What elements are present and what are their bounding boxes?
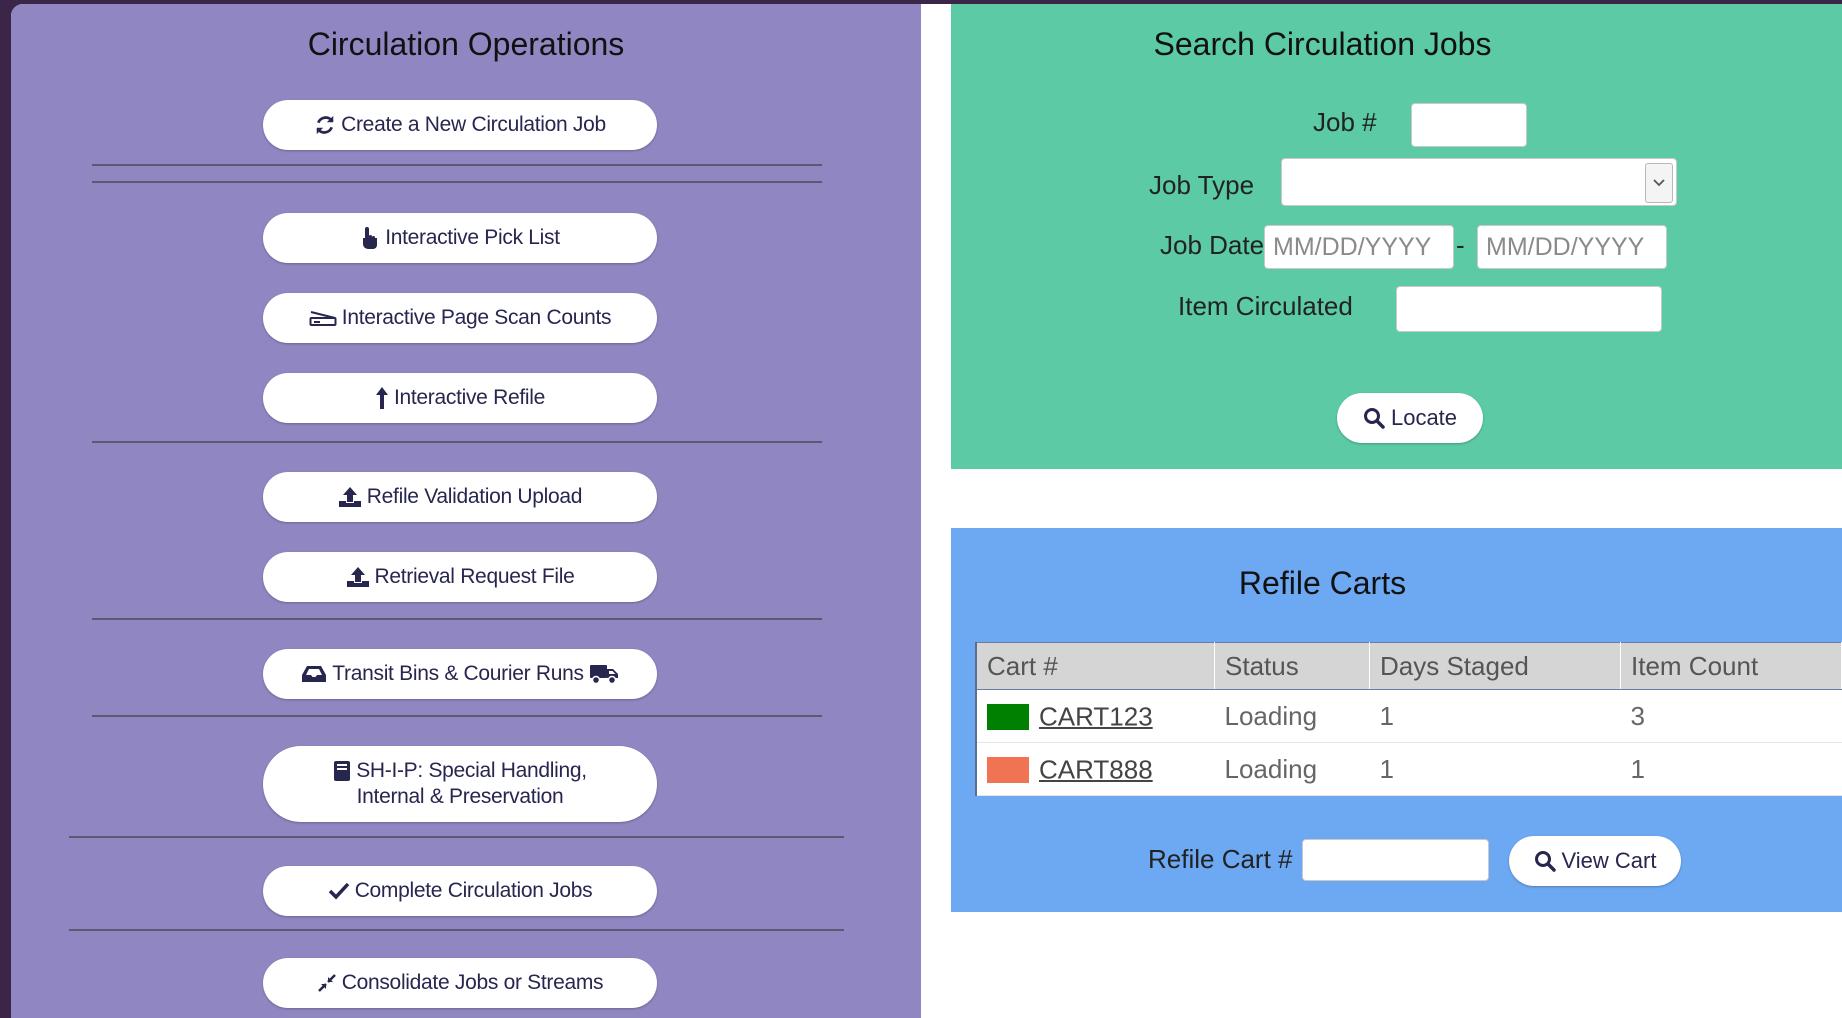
divider <box>92 164 822 166</box>
create-circulation-job-button[interactable]: Create a New Circulation Job <box>263 100 657 150</box>
column-header-cart[interactable]: Cart # <box>975 642 1215 690</box>
refresh-icon <box>314 114 336 136</box>
column-header-days-staged[interactable]: Days Staged <box>1369 642 1621 690</box>
view-cart-button-label: View Cart <box>1561 848 1657 873</box>
button-label-line2: Internal & Preservation <box>356 785 564 808</box>
table-header-row: Cart # Status Days Staged Item Count <box>975 642 1842 690</box>
button-label: Interactive Refile <box>393 386 545 409</box>
button-label: Interactive Pick List <box>385 226 560 249</box>
circulation-operations-panel: Circulation Operations Create a New Circ… <box>11 4 921 1018</box>
interactive-pick-list-button[interactable]: Interactive Pick List <box>263 213 657 263</box>
consolidate-jobs-button[interactable]: Consolidate Jobs or Streams <box>263 958 657 1008</box>
book-icon <box>333 760 351 782</box>
inbox-icon <box>301 664 327 684</box>
panel-title: Circulation Operations <box>307 26 625 62</box>
job-number-input[interactable] <box>1411 103 1527 147</box>
truck-icon <box>589 663 619 685</box>
transit-bins-courier-runs-button[interactable]: Transit Bins & Courier Runs <box>263 649 657 699</box>
date-from-input[interactable] <box>1264 225 1454 269</box>
job-type-select[interactable] <box>1281 158 1677 206</box>
status-cell: Loading <box>1214 689 1370 743</box>
button-label: Consolidate Jobs or Streams <box>341 971 604 994</box>
search-icon <box>1363 407 1385 429</box>
locate-button-label: Locate <box>1390 405 1458 430</box>
item-count-cell: 3 <box>1620 689 1842 743</box>
button-label: Transit Bins & Courier Runs <box>332 662 584 685</box>
table-row: CART123 Loading 1 3 <box>975 689 1842 743</box>
arrow-up-icon <box>375 386 389 410</box>
button-label: Complete Circulation Jobs <box>354 879 593 902</box>
divider <box>92 715 822 717</box>
button-label: Interactive Page Scan Counts <box>341 306 612 329</box>
button-label: Create a New Circulation Job <box>341 113 606 136</box>
status-cell: Loading <box>1214 742 1370 796</box>
date-to-input[interactable] <box>1477 225 1667 269</box>
divider <box>92 618 822 620</box>
divider <box>69 929 844 931</box>
panel-title: Refile Carts <box>1238 565 1407 601</box>
scanner-icon <box>309 309 337 327</box>
search-circulation-jobs-panel: Search Circulation Jobs Job # Job Type J… <box>951 4 1842 469</box>
button-label-line1: SH-I-P: Special Handling, <box>356 759 587 782</box>
cart-link[interactable]: CART123 <box>1039 701 1153 731</box>
cart-cell: CART888 <box>975 742 1215 796</box>
item-circulated-label: Item Circulated <box>1178 291 1353 321</box>
days-staged-cell: 1 <box>1369 689 1621 743</box>
app-window: Circulation Operations Create a New Circ… <box>11 4 1842 1018</box>
locate-button[interactable]: Locate <box>1337 393 1483 443</box>
refile-carts-table: Cart # Status Days Staged Item Count CAR… <box>975 642 1842 796</box>
interactive-refile-button[interactable]: Interactive Refile <box>263 373 657 423</box>
item-circulated-input[interactable] <box>1396 286 1662 332</box>
column-header-status[interactable]: Status <box>1214 642 1370 690</box>
view-cart-button[interactable]: View Cart <box>1509 836 1681 886</box>
job-number-label: Job # <box>1313 107 1377 137</box>
job-type-label: Job Type <box>1149 170 1255 200</box>
refile-validation-upload-button[interactable]: Refile Validation Upload <box>263 472 657 522</box>
upload-icon <box>338 486 362 508</box>
retrieval-request-file-button[interactable]: Retrieval Request File <box>263 552 657 602</box>
complete-circulation-jobs-button[interactable]: Complete Circulation Jobs <box>263 866 657 916</box>
cart-cell: CART123 <box>975 689 1215 743</box>
ship-special-handling-button[interactable]: SH-I-P: Special Handling, Internal & Pre… <box>263 746 657 822</box>
cart-color-swatch <box>987 703 1029 730</box>
column-header-item-count[interactable]: Item Count <box>1620 642 1842 690</box>
chevron-down-icon[interactable] <box>1645 163 1673 203</box>
panel-title: Search Circulation Jobs <box>1153 26 1492 62</box>
table-row: CART888 Loading 1 1 <box>975 742 1842 796</box>
job-date-label: Job Date <box>1160 230 1265 260</box>
button-label: Retrieval Request File <box>374 565 575 588</box>
search-icon <box>1534 850 1556 872</box>
divider <box>92 181 822 183</box>
refile-cart-label: Refile Cart # <box>1148 844 1293 874</box>
days-staged-cell: 1 <box>1369 742 1621 796</box>
date-separator: - <box>1456 230 1465 260</box>
divider <box>69 836 844 838</box>
cart-color-swatch <box>987 756 1029 783</box>
item-count-cell: 1 <box>1620 742 1842 796</box>
cart-link[interactable]: CART888 <box>1039 754 1153 784</box>
button-label: Refile Validation Upload <box>366 485 583 508</box>
refile-carts-panel: Refile Carts Cart # Status Days Staged I… <box>951 528 1842 912</box>
compress-icon <box>317 973 337 993</box>
refile-cart-input[interactable] <box>1302 839 1489 881</box>
upload-icon <box>346 566 370 588</box>
hand-pointer-icon <box>360 226 380 250</box>
button-label-row: SH-I-P: Special Handling, <box>333 758 587 784</box>
interactive-page-scan-counts-button[interactable]: Interactive Page Scan Counts <box>263 293 657 343</box>
divider <box>92 441 822 443</box>
check-icon <box>328 882 350 900</box>
